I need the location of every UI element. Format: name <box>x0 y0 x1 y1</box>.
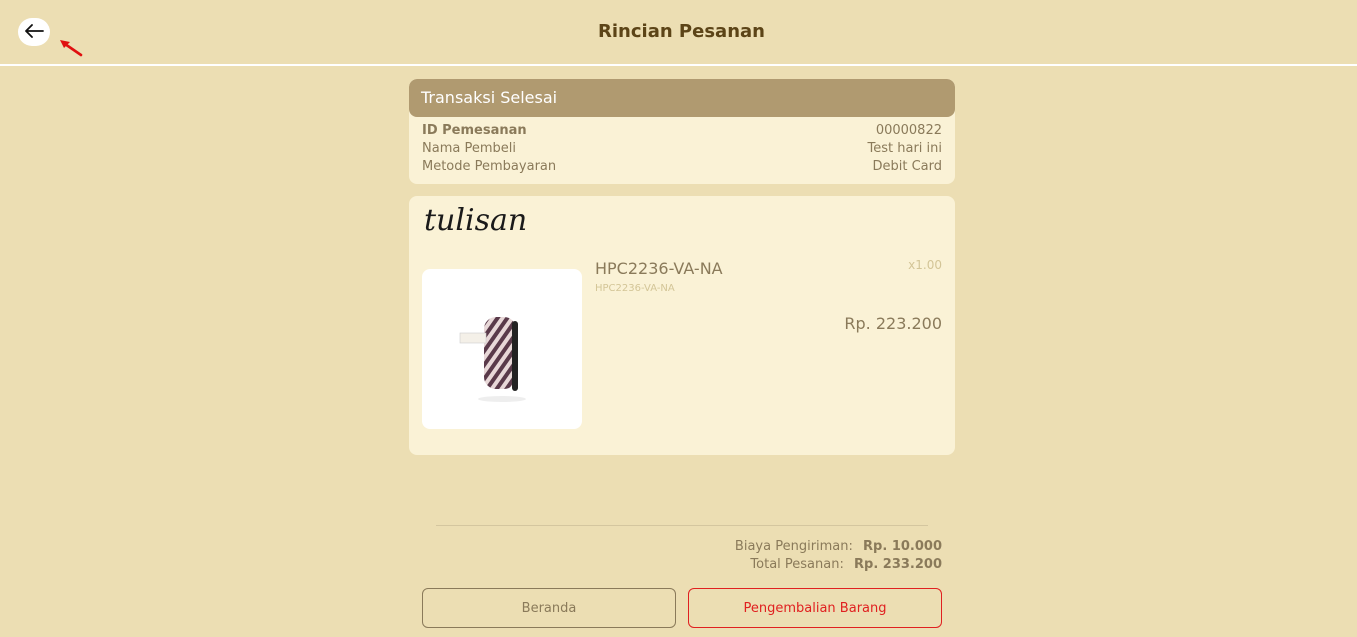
shipping-cost-value: Rp. 10.000 <box>863 539 942 554</box>
summary-divider <box>436 525 928 526</box>
product-image[interactable] <box>422 269 582 429</box>
shipping-cost: Biaya Pengiriman: Rp. 10.000 <box>735 539 942 554</box>
home-button[interactable]: Beranda <box>422 588 676 628</box>
order-id-value: 00000822 <box>875 123 942 138</box>
info-row-order-id: ID Pemesanan 00000822 <box>409 122 955 140</box>
order-id-label: ID Pemesanan <box>422 123 527 138</box>
payment-method-label: Metode Pembayaran <box>422 159 557 174</box>
info-row-payment: Metode Pembayaran Debit Card <box>409 158 955 176</box>
product-price: Rp. 223.200 <box>844 314 942 333</box>
svg-text:tulisan: tulisan <box>424 203 527 238</box>
buyer-value: Test hari ini <box>867 141 943 156</box>
order-info-card: Transaksi Selesai ID Pemesanan 00000822 … <box>409 79 955 184</box>
brand-logo: tulisan <box>422 202 562 242</box>
top-bar: Rincian Pesanan <box>0 0 1357 66</box>
status-banner: Transaksi Selesai <box>409 79 955 117</box>
order-info-list: ID Pemesanan 00000822 Nama Pembeli Test … <box>409 117 955 176</box>
order-total-value: Rp. 233.200 <box>854 557 942 572</box>
product-sku: HPC2236-VA-NA <box>595 283 675 294</box>
return-item-button[interactable]: Pengembalian Barang <box>688 588 942 628</box>
info-row-buyer: Nama Pembeli Test hari ini <box>409 140 955 158</box>
product-card: tulisan HPC2236-VA-NA HPC2236-VA-NA x1.0… <box>409 196 955 455</box>
payment-method-value: Debit Card <box>872 159 942 174</box>
product-quantity: x1.00 <box>908 258 942 272</box>
order-total-label: Total Pesanan: <box>750 557 844 572</box>
page-title: Rincian Pesanan <box>598 21 765 42</box>
buyer-label: Nama Pembeli <box>422 141 516 156</box>
order-total: Total Pesanan: Rp. 233.200 <box>750 557 942 572</box>
shipping-cost-label: Biaya Pengiriman: <box>734 539 853 554</box>
product-name[interactable]: HPC2236-VA-NA <box>595 259 723 278</box>
